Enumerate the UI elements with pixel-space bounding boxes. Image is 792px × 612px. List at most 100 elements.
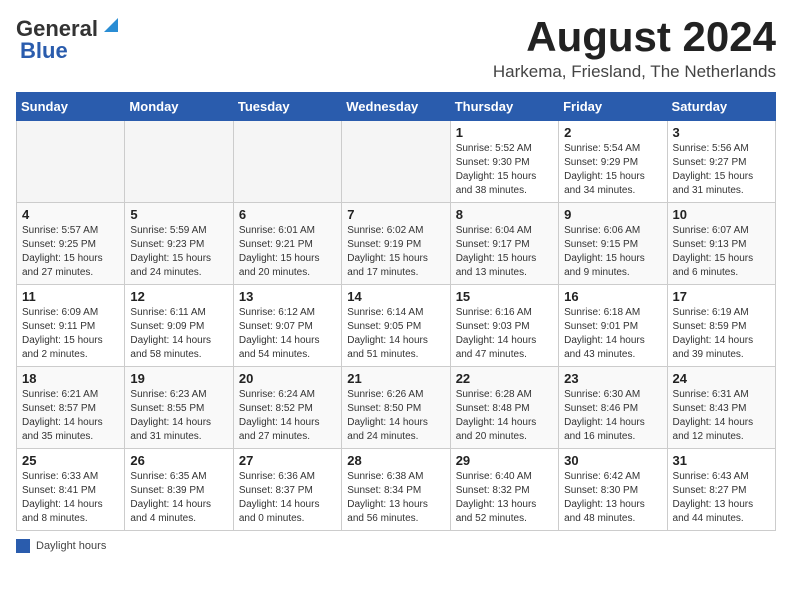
day-info: Sunrise: 6:16 AMSunset: 9:03 PMDaylight:… xyxy=(456,306,553,362)
calendar-cell: 7Sunrise: 6:02 AMSunset: 9:19 PMDaylight… xyxy=(342,203,450,285)
day-number: 5 xyxy=(130,207,227,222)
calendar-cell: 14Sunrise: 6:14 AMSunset: 9:05 PMDayligh… xyxy=(342,285,450,367)
title-area: August 2024 Harkema, Friesland, The Neth… xyxy=(493,16,776,82)
day-header-monday: Monday xyxy=(125,93,233,121)
calendar-cell xyxy=(342,121,450,203)
day-info: Sunrise: 5:52 AMSunset: 9:30 PMDaylight:… xyxy=(456,142,553,198)
legend-color-box xyxy=(16,539,30,553)
calendar-cell: 12Sunrise: 6:11 AMSunset: 9:09 PMDayligh… xyxy=(125,285,233,367)
calendar-cell: 9 Sunrise: 6:06 AMSunset: 9:15 PMDaylight… xyxy=(559,203,667,285)
day-info: Sunrise: 6:42 AMSunset: 8:30 PMDaylight:… xyxy=(564,470,661,526)
day-number: 24 xyxy=(673,371,770,386)
header: General Blue August 2024 Harkema, Friesl… xyxy=(16,16,776,82)
week-row-1: 4 Sunrise: 5:57 AMSunset: 9:25 PMDaylight… xyxy=(17,203,776,285)
week-row-3: 18 Sunrise: 6:21 AMSunset: 8:57 PMDayligh… xyxy=(17,367,776,449)
day-info: Sunrise: 6:38 AMSunset: 8:34 PMDaylight:… xyxy=(347,470,444,526)
day-info: Sunrise: 6:19 AMSunset: 8:59 PMDaylight:… xyxy=(673,306,770,362)
day-number: 23 xyxy=(564,371,661,386)
day-number: 1 xyxy=(456,125,553,140)
day-info: Sunrise: 6:31 AMSunset: 8:43 PMDaylight:… xyxy=(673,388,770,444)
day-info: Sunrise: 6:26 AMSunset: 8:50 PMDaylight:… xyxy=(347,388,444,444)
calendar-cell: 17 Sunrise: 6:19 AMSunset: 8:59 PMDayligh… xyxy=(667,285,775,367)
day-info: Sunrise: 6:02 AMSunset: 9:19 PMDaylight:… xyxy=(347,224,444,280)
day-number: 28 xyxy=(347,453,444,468)
day-info: Sunrise: 6:04 AMSunset: 9:17 PMDaylight:… xyxy=(456,224,553,280)
location-title: Harkema, Friesland, The Netherlands xyxy=(493,62,776,82)
day-info: Sunrise: 5:54 AMSunset: 9:29 PMDaylight:… xyxy=(564,142,661,198)
month-title: August 2024 xyxy=(493,16,776,58)
day-number: 16 xyxy=(564,289,661,304)
calendar-cell: 20 Sunrise: 6:24 AMSunset: 8:52 PMDayligh… xyxy=(233,367,341,449)
day-info: Sunrise: 6:09 AMSunset: 9:11 PMDaylight:… xyxy=(22,306,119,362)
calendar-cell: 25 Sunrise: 6:33 AMSunset: 8:41 PMDayligh… xyxy=(17,449,125,531)
day-number: 20 xyxy=(239,371,336,386)
calendar-cell: 11 Sunrise: 6:09 AMSunset: 9:11 PMDayligh… xyxy=(17,285,125,367)
day-info: Sunrise: 5:57 AMSunset: 9:25 PMDaylight:… xyxy=(22,224,119,280)
day-info: Sunrise: 6:33 AMSunset: 8:41 PMDaylight:… xyxy=(22,470,119,526)
calendar-cell: 16 Sunrise: 6:18 AMSunset: 9:01 PMDayligh… xyxy=(559,285,667,367)
days-header-row: SundayMondayTuesdayWednesdayThursdayFrid… xyxy=(17,93,776,121)
day-info: Sunrise: 6:23 AMSunset: 8:55 PMDaylight:… xyxy=(130,388,227,444)
day-number: 6 xyxy=(239,207,336,222)
day-info: Sunrise: 6:06 AMSunset: 9:15 PMDaylight:… xyxy=(564,224,661,280)
calendar-cell: 23 Sunrise: 6:30 AMSunset: 8:46 PMDayligh… xyxy=(559,367,667,449)
day-number: 10 xyxy=(673,207,770,222)
day-info: Sunrise: 6:18 AMSunset: 9:01 PMDaylight:… xyxy=(564,306,661,362)
calendar-cell: 27 Sunrise: 6:36 AMSunset: 8:37 PMDayligh… xyxy=(233,449,341,531)
logo-icon xyxy=(100,14,122,36)
day-info: Sunrise: 6:40 AMSunset: 8:32 PMDaylight:… xyxy=(456,470,553,526)
day-number: 30 xyxy=(564,453,661,468)
calendar-cell: 24 Sunrise: 6:31 AMSunset: 8:43 PMDayligh… xyxy=(667,367,775,449)
day-info: Sunrise: 6:36 AMSunset: 8:37 PMDaylight:… xyxy=(239,470,336,526)
day-number: 11 xyxy=(22,289,119,304)
day-header-wednesday: Wednesday xyxy=(342,93,450,121)
day-header-sunday: Sunday xyxy=(17,93,125,121)
day-number: 8 xyxy=(456,207,553,222)
day-number: 3 xyxy=(673,125,770,140)
day-number: 19 xyxy=(130,371,227,386)
day-number: 4 xyxy=(22,207,119,222)
logo-blue: Blue xyxy=(20,38,68,63)
calendar-cell xyxy=(233,121,341,203)
day-header-friday: Friday xyxy=(559,93,667,121)
calendar-cell: 8 Sunrise: 6:04 AMSunset: 9:17 PMDaylight… xyxy=(450,203,558,285)
week-row-4: 25 Sunrise: 6:33 AMSunset: 8:41 PMDayligh… xyxy=(17,449,776,531)
day-number: 17 xyxy=(673,289,770,304)
calendar-cell: 5Sunrise: 5:59 AMSunset: 9:23 PMDaylight… xyxy=(125,203,233,285)
day-number: 9 xyxy=(564,207,661,222)
day-info: Sunrise: 6:21 AMSunset: 8:57 PMDaylight:… xyxy=(22,388,119,444)
day-number: 22 xyxy=(456,371,553,386)
calendar-table: SundayMondayTuesdayWednesdayThursdayFrid… xyxy=(16,92,776,531)
calendar-cell: 22 Sunrise: 6:28 AMSunset: 8:48 PMDayligh… xyxy=(450,367,558,449)
calendar-cell: 10Sunrise: 6:07 AMSunset: 9:13 PMDayligh… xyxy=(667,203,775,285)
day-number: 12 xyxy=(130,289,227,304)
day-info: Sunrise: 6:24 AMSunset: 8:52 PMDaylight:… xyxy=(239,388,336,444)
day-number: 26 xyxy=(130,453,227,468)
day-info: Sunrise: 6:28 AMSunset: 8:48 PMDaylight:… xyxy=(456,388,553,444)
logo: General Blue xyxy=(16,16,122,64)
day-number: 31 xyxy=(673,453,770,468)
day-number: 25 xyxy=(22,453,119,468)
day-info: Sunrise: 6:12 AMSunset: 9:07 PMDaylight:… xyxy=(239,306,336,362)
day-number: 21 xyxy=(347,371,444,386)
day-number: 18 xyxy=(22,371,119,386)
calendar-cell xyxy=(17,121,125,203)
calendar-cell: 13Sunrise: 6:12 AMSunset: 9:07 PMDayligh… xyxy=(233,285,341,367)
calendar-cell xyxy=(125,121,233,203)
day-info: Sunrise: 5:56 AMSunset: 9:27 PMDaylight:… xyxy=(673,142,770,198)
calendar-cell: 6 Sunrise: 6:01 AMSunset: 9:21 PMDaylight… xyxy=(233,203,341,285)
calendar-cell: 3 Sunrise: 5:56 AMSunset: 9:27 PMDaylight… xyxy=(667,121,775,203)
day-header-thursday: Thursday xyxy=(450,93,558,121)
calendar-cell: 4 Sunrise: 5:57 AMSunset: 9:25 PMDaylight… xyxy=(17,203,125,285)
calendar-cell: 26Sunrise: 6:35 AMSunset: 8:39 PMDayligh… xyxy=(125,449,233,531)
calendar-cell: 15 Sunrise: 6:16 AMSunset: 9:03 PMDayligh… xyxy=(450,285,558,367)
day-info: Sunrise: 6:01 AMSunset: 9:21 PMDaylight:… xyxy=(239,224,336,280)
day-number: 27 xyxy=(239,453,336,468)
week-row-0: 1 Sunrise: 5:52 AMSunset: 9:30 PMDaylight… xyxy=(17,121,776,203)
day-info: Sunrise: 6:43 AMSunset: 8:27 PMDaylight:… xyxy=(673,470,770,526)
calendar-cell: 1 Sunrise: 5:52 AMSunset: 9:30 PMDaylight… xyxy=(450,121,558,203)
week-row-2: 11 Sunrise: 6:09 AMSunset: 9:11 PMDayligh… xyxy=(17,285,776,367)
day-header-tuesday: Tuesday xyxy=(233,93,341,121)
day-number: 15 xyxy=(456,289,553,304)
day-info: Sunrise: 6:30 AMSunset: 8:46 PMDaylight:… xyxy=(564,388,661,444)
